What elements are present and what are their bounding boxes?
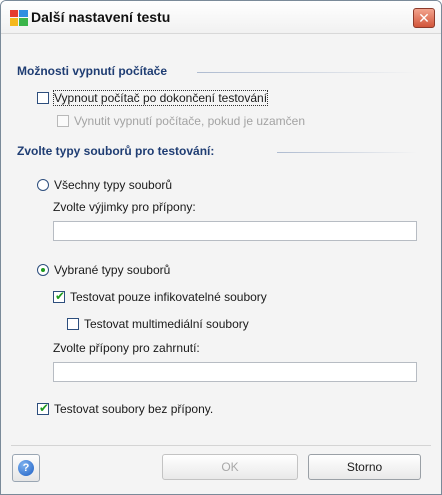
- force-shutdown-locked-checkbox: Vynutit vypnutí počítače, pokud je uzamč…: [57, 113, 305, 129]
- exclusions-label: Zvolte výjimky pro přípony:: [53, 200, 196, 214]
- checkbox-box[interactable]: [37, 92, 49, 104]
- checkbox-box[interactable]: [67, 318, 79, 330]
- radio-label: Vybrané typy souborů: [54, 263, 171, 277]
- inclusions-label: Zvolte přípony pro zahrnutí:: [53, 341, 200, 355]
- infectable-only-checkbox[interactable]: ✔ Testovat pouze infikovatelné soubory: [53, 289, 267, 305]
- radio-button[interactable]: [37, 179, 49, 191]
- cancel-button-label: Storno: [346, 460, 383, 474]
- close-button[interactable]: ✕: [413, 8, 435, 28]
- ok-button[interactable]: OK: [162, 454, 298, 480]
- exclusions-input[interactable]: [53, 221, 417, 241]
- shutdown-options-heading: Možnosti vypnutí počítače: [17, 64, 168, 78]
- checkbox-label: Testovat pouze infikovatelné soubory: [70, 290, 267, 304]
- checkbox-label: Vynutit vypnutí počítače, pokud je uzamč…: [74, 114, 306, 128]
- title-bar[interactable]: Další nastavení testu ✕: [1, 1, 441, 34]
- checkbox-box[interactable]: ✔: [37, 401, 50, 415]
- selected-file-types-radio[interactable]: Vybrané typy souborů: [37, 262, 170, 278]
- checkbox-label: Testovat soubory bez přípony.: [54, 402, 214, 416]
- help-icon: ?: [18, 460, 34, 476]
- checkmark-icon: ✔: [39, 401, 50, 415]
- footer-divider: [11, 445, 431, 446]
- no-extension-checkbox[interactable]: ✔ Testovat soubory bez přípony.: [37, 401, 213, 417]
- file-types-heading: Zvolte typy souborů pro testování:: [17, 144, 215, 158]
- cancel-button[interactable]: Storno: [308, 454, 421, 480]
- dialog-window: Další nastavení testu ✕ Možnosti vypnutí…: [0, 0, 442, 495]
- radio-button[interactable]: [37, 264, 49, 276]
- radio-selected-dot: [41, 268, 45, 272]
- help-button[interactable]: ?: [12, 454, 40, 482]
- dialog-title: Další nastavení testu: [31, 9, 171, 25]
- inclusions-input[interactable]: [53, 362, 417, 382]
- checkbox-box: [57, 115, 69, 127]
- shutdown-after-scan-checkbox[interactable]: Vypnout počítač po dokončení testování: [37, 90, 269, 106]
- checkbox-label: Testovat multimediální soubory: [84, 317, 249, 331]
- ok-button-label: OK: [221, 460, 239, 474]
- checkbox-label: Vypnout počítač po dokončení testování: [52, 90, 269, 106]
- multimedia-checkbox[interactable]: Testovat multimediální soubory: [67, 316, 249, 332]
- checkbox-box[interactable]: ✔: [53, 289, 66, 303]
- avg-app-icon: [10, 10, 28, 26]
- close-icon: ✕: [418, 10, 430, 26]
- all-file-types-radio[interactable]: Všechny typy souborů: [37, 177, 172, 193]
- checkmark-icon: ✔: [55, 289, 66, 303]
- section-divider: [197, 72, 417, 73]
- dialog-content: Možnosti vypnutí počítače Vypnout počíta…: [1, 34, 441, 494]
- radio-label: Všechny typy souborů: [54, 178, 173, 192]
- section-divider: [277, 152, 417, 153]
